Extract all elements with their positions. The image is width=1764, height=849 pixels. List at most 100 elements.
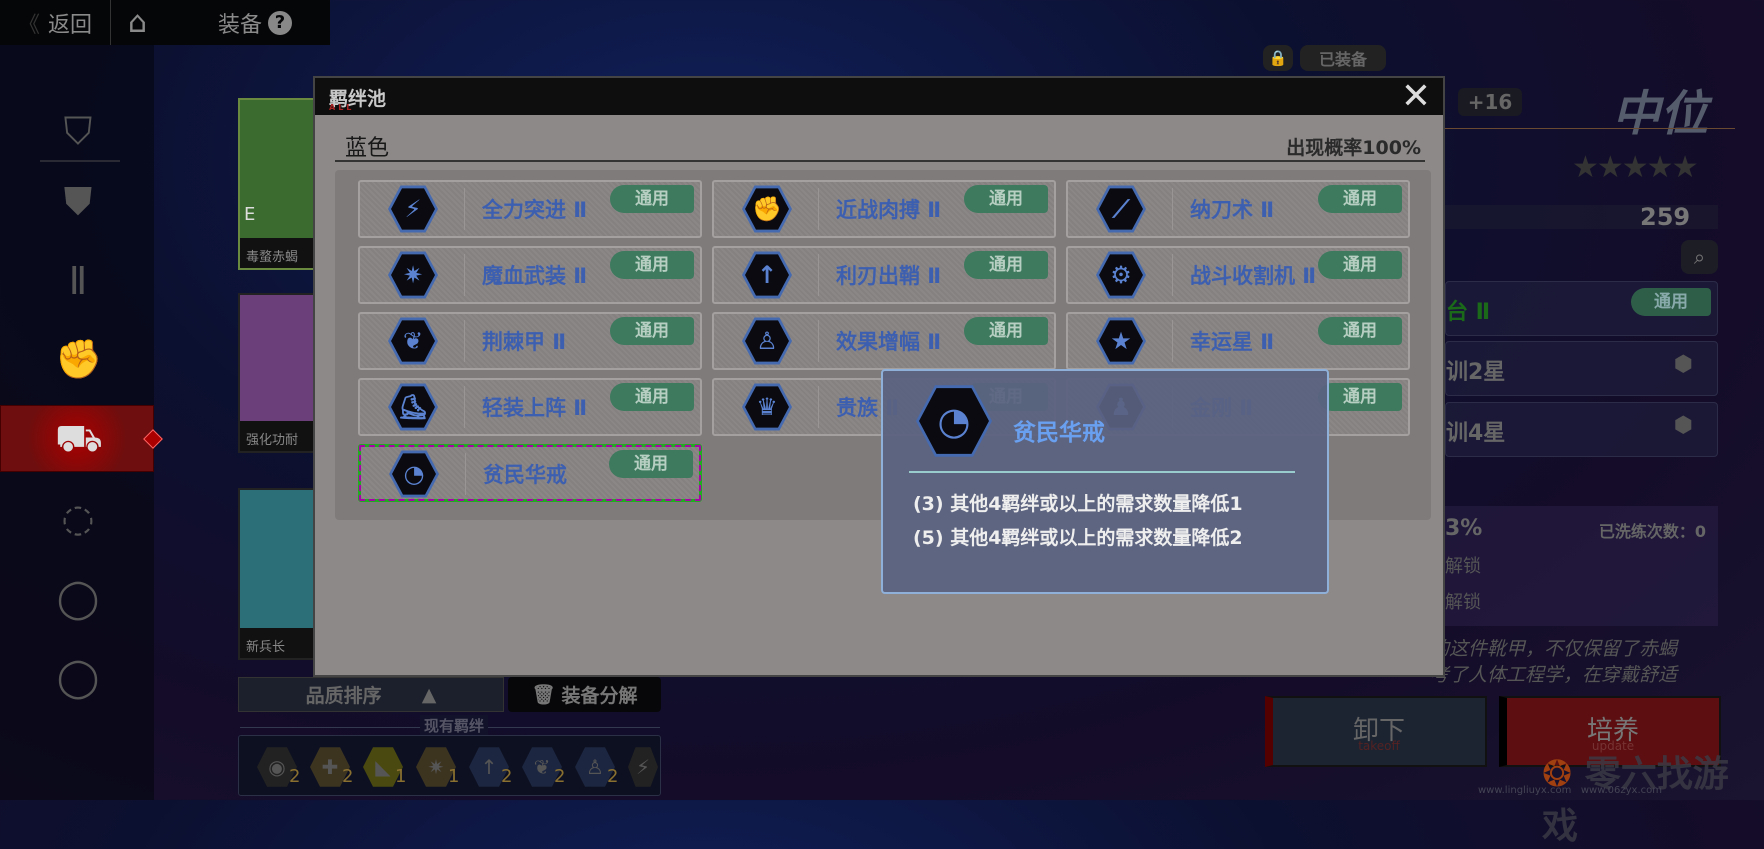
locked-icon: ⬢	[1673, 413, 1693, 438]
home-icon[interactable]: ⌂	[128, 0, 147, 45]
bond-card[interactable]: ❦ 荆棘甲 Ⅱ 通用	[358, 312, 702, 370]
sidebar-item-gloves-icon[interactable]: ✊	[55, 336, 102, 382]
current-bonds-bar: ◉ 2 ✚ 2 ◣ 1 ✷ 1 ↑ 2 ❦ 2 ♙ 2 ⚡	[238, 735, 661, 796]
bond-card[interactable]: ✷ 魔血武装 Ⅱ 通用	[358, 246, 702, 304]
ring-nut-icon: ◔	[916, 385, 992, 457]
bond-card[interactable]: ↑ 利刃出鞘 Ⅱ 通用	[712, 246, 1056, 304]
bond-card[interactable]: ⛸ 轻装上阵 Ⅱ 通用	[358, 378, 702, 436]
blade-icon: ⟋	[1096, 185, 1146, 233]
divider	[335, 160, 1425, 162]
lock-icon[interactable]: 🔒	[1263, 45, 1293, 71]
universal-tag: 通用	[609, 450, 693, 478]
universal-tag: 通用	[964, 185, 1048, 213]
divider	[464, 188, 465, 230]
unequip-button[interactable]: 卸下 takeoff	[1265, 696, 1487, 767]
power-value: 259	[1640, 203, 1691, 231]
bond-card[interactable]: ✊ 近战肉搏 Ⅱ 通用	[712, 180, 1056, 238]
bond-name: 全力突进 Ⅱ	[482, 198, 588, 222]
universal-tag: 通用	[964, 317, 1048, 345]
divider	[818, 254, 819, 296]
sidebar-item-boots-icon[interactable]: ⛟	[55, 415, 103, 461]
universal-tag: 通用	[1318, 383, 1402, 411]
quality-sort-button[interactable]: 品质排序 ▲	[238, 677, 504, 712]
star-icon: ★	[1096, 317, 1146, 365]
tooltip-effect: (3) 其他4羁绊或以上的需求数量降低1	[913, 493, 1243, 515]
bond-name: 利刃出鞘 Ⅱ	[836, 264, 942, 288]
bond-card[interactable]: ⟋ 纳刀术 Ⅱ 通用	[1066, 180, 1410, 238]
rarity-label: 蓝色	[345, 136, 390, 161]
ring-nut-icon: ◔	[389, 450, 439, 498]
watermark-logo: ❂ 零六找游戏	[1542, 754, 1729, 847]
current-bonds-title: 现有羁绊	[420, 715, 489, 736]
help-icon[interactable]: ?	[268, 10, 293, 35]
description-text: 的这件靴甲，不仅保留了赤蝎	[1430, 638, 1678, 660]
bond-name: 战斗收割机 Ⅱ	[1190, 264, 1317, 288]
sidebar-item-helmet-icon[interactable]: ⛉	[55, 108, 101, 154]
bond-card[interactable]: ★ 幸运星 Ⅱ 通用	[1066, 312, 1410, 370]
divider	[818, 188, 819, 230]
burst-icon: ✷	[388, 251, 438, 299]
universal-tag: 通用	[1318, 317, 1402, 345]
bond-card[interactable]: ⚡ 全力突进 Ⅱ 通用	[358, 180, 702, 238]
divider	[464, 320, 465, 362]
divider	[1172, 254, 1173, 296]
trash-icon: 🗑	[531, 684, 556, 706]
universal-tag: 通用	[964, 251, 1048, 279]
back-button[interactable]: 《返回	[0, 0, 110, 45]
search-icon[interactable]: ⌕	[1681, 240, 1718, 274]
dash-icon: ⚡	[388, 185, 438, 233]
saw-icon: ⚙	[1096, 251, 1146, 299]
bond-card[interactable]: ♙ 效果增幅 Ⅱ 通用	[712, 312, 1056, 370]
thorn-icon: ❦	[388, 317, 438, 365]
divider	[464, 386, 465, 428]
upgrade-row[interactable]: 训2星 ⬢	[1445, 341, 1718, 396]
amplify-icon: ♙	[742, 317, 792, 365]
bond-name: 纳刀术 Ⅱ	[1190, 198, 1275, 222]
universal-tag: 通用	[1318, 251, 1402, 279]
bond-card[interactable]: ⚙ 战斗收割机 Ⅱ 通用	[1066, 246, 1410, 304]
equip-bond-row[interactable]: 台 Ⅱ 通用	[1445, 281, 1718, 336]
divider	[1172, 320, 1173, 362]
close-icon[interactable]: ✕	[1401, 78, 1431, 115]
description-text: 考了人体工程学，在穿戴舒适	[1430, 664, 1678, 686]
appearance-rate: 出现概率100%	[1286, 137, 1421, 159]
triangle-up-icon: ▲	[421, 683, 437, 706]
divider	[818, 386, 819, 428]
decompose-button[interactable]: 🗑 装备分解	[508, 677, 661, 712]
tooltip-title: 贫民华戒	[1013, 420, 1105, 446]
bond-name: 贫民华戒	[483, 463, 567, 487]
universal-tag: 通用	[1318, 185, 1402, 213]
sidebar-item-armor-icon[interactable]: ⛊	[55, 178, 101, 224]
dialog-header: 羁绊池 ALL ✕	[315, 78, 1443, 115]
equipped-badge: 已装备	[1300, 45, 1386, 71]
bond-icon[interactable]: ⚡	[628, 747, 658, 787]
divider	[40, 160, 120, 162]
universal-tag: 通用	[610, 383, 694, 411]
bond-card[interactable]: ◔ 贫民华戒 通用	[358, 444, 702, 502]
crown-icon: ♛	[742, 383, 792, 431]
refine-panel: 3% 已洗练次数：0 解锁 解锁	[1445, 506, 1718, 626]
watermark-url: www.lingliuyx.com www.06zyx.com	[1478, 785, 1662, 796]
level-badge: +16	[1458, 88, 1522, 116]
page-title: 装备?	[218, 0, 293, 45]
boot-icon: ⛸	[388, 383, 438, 431]
upgrade-row[interactable]: 训4星 ⬢	[1445, 402, 1718, 457]
bond-name: 荆棘甲 Ⅱ	[482, 330, 567, 354]
universal-tag: 通用	[610, 317, 694, 345]
bond-name: 轻装上阵 Ⅱ	[482, 396, 588, 420]
bond-name: 近战肉搏 Ⅱ	[836, 198, 942, 222]
fist-icon: ✊	[742, 185, 792, 233]
decorative-line	[1445, 128, 1735, 129]
star-rating: ★★★★★	[1572, 150, 1698, 185]
bond-name: 效果增幅 Ⅱ	[836, 330, 942, 354]
divider	[1172, 188, 1173, 230]
sword-icon: ↑	[742, 251, 792, 299]
sidebar-item-necklace-icon[interactable]: ◌	[55, 495, 101, 541]
universal-tag: 通用	[610, 185, 694, 213]
locked-icon: ⬢	[1673, 352, 1693, 377]
sidebar-item-ring-icon[interactable]: ◯	[55, 654, 101, 700]
tooltip-effect: (5) 其他4羁绊或以上的需求数量降低2	[913, 527, 1243, 549]
divider	[464, 254, 465, 296]
sidebar-item-ring-icon[interactable]: ◯	[55, 575, 101, 621]
sidebar-item-pants-icon[interactable]: Ⅱ	[55, 258, 101, 304]
